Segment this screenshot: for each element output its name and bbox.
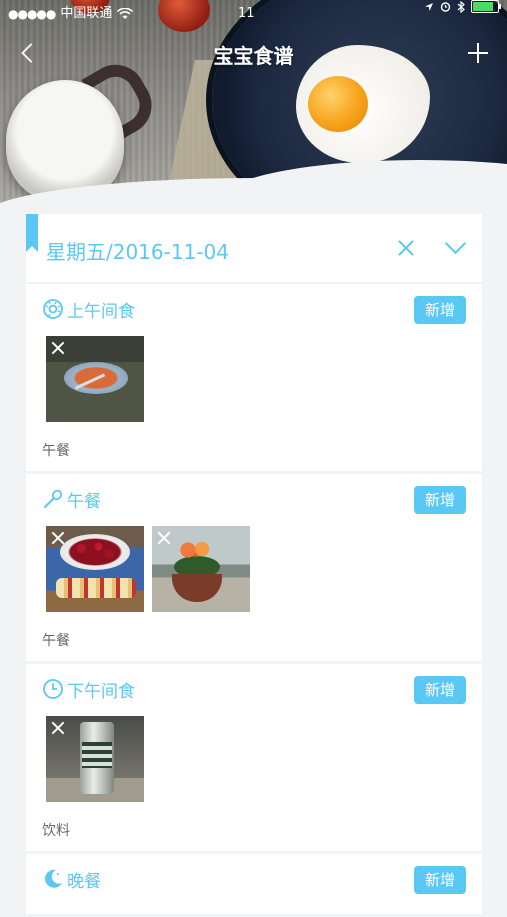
remove-photo-icon[interactable] [50,720,66,736]
potted-flower-photo[interactable] [152,526,250,612]
chevron-down-icon[interactable] [444,236,466,256]
carrier-label: 中国联通 [60,6,113,21]
moon-icon [45,869,62,888]
battery-icon [471,0,501,13]
day-label: 星期五/2016-11-04 [46,240,229,264]
nav-bar: 宝宝食谱 [0,30,507,78]
meal-title: 晚餐 [67,871,101,892]
add-button[interactable]: 新增 [414,866,466,894]
wifi-icon [117,8,134,19]
status-bar: ●●●●● 中国联通 11 [0,0,507,28]
meal-section-morning-snack: 上午间食 新增 午餐 [26,284,482,471]
photo-list [46,336,144,422]
meal-note: 饮料 [42,823,70,839]
meal-section-afternoon-snack: 下午间食 新增 饮料 [26,664,482,851]
day-header-card: 星期五/2016-11-04 [26,214,482,282]
signal-icon: ●●●●● [8,7,56,21]
donut-icon [43,299,63,319]
cherries-fruit-photo[interactable] [46,526,144,612]
meal-title: 下午间食 [67,681,135,702]
recipe-list: 星期五/2016-11-04 上午间食 新增 午餐 午餐 新增 午餐 下午间食 … [26,214,482,917]
meal-section-lunch: 午餐 新增 午餐 [26,474,482,661]
bookmark-icon [26,214,38,252]
page-title: 宝宝食谱 [213,44,294,68]
photo-list [46,526,250,612]
add-button[interactable]: 新增 [414,296,466,324]
meal-title: 上午间食 [67,301,135,322]
bluetooth-icon [457,0,465,13]
add-button[interactable]: 新增 [414,486,466,514]
location-icon [425,2,433,11]
add-button[interactable]: 新增 [414,676,466,704]
spoon-icon [44,489,63,508]
meal-note: 午餐 [42,633,70,649]
close-icon[interactable] [396,238,416,258]
remove-photo-icon[interactable] [156,530,172,546]
photo-list [46,716,144,802]
alarm-icon [440,2,451,12]
meal-title: 午餐 [67,491,101,512]
remove-photo-icon[interactable] [50,340,66,356]
add-recipe-button[interactable] [465,40,491,66]
meal-note: 午餐 [42,443,70,459]
remove-photo-icon[interactable] [50,530,66,546]
pizza-plate-photo[interactable] [46,336,144,422]
egg-yolk [308,76,368,132]
meal-section-dinner: 晚餐 新增 [26,854,482,914]
drink-can-photo[interactable] [46,716,144,802]
clock-icon [43,679,63,699]
status-time: 11 [238,6,255,21]
